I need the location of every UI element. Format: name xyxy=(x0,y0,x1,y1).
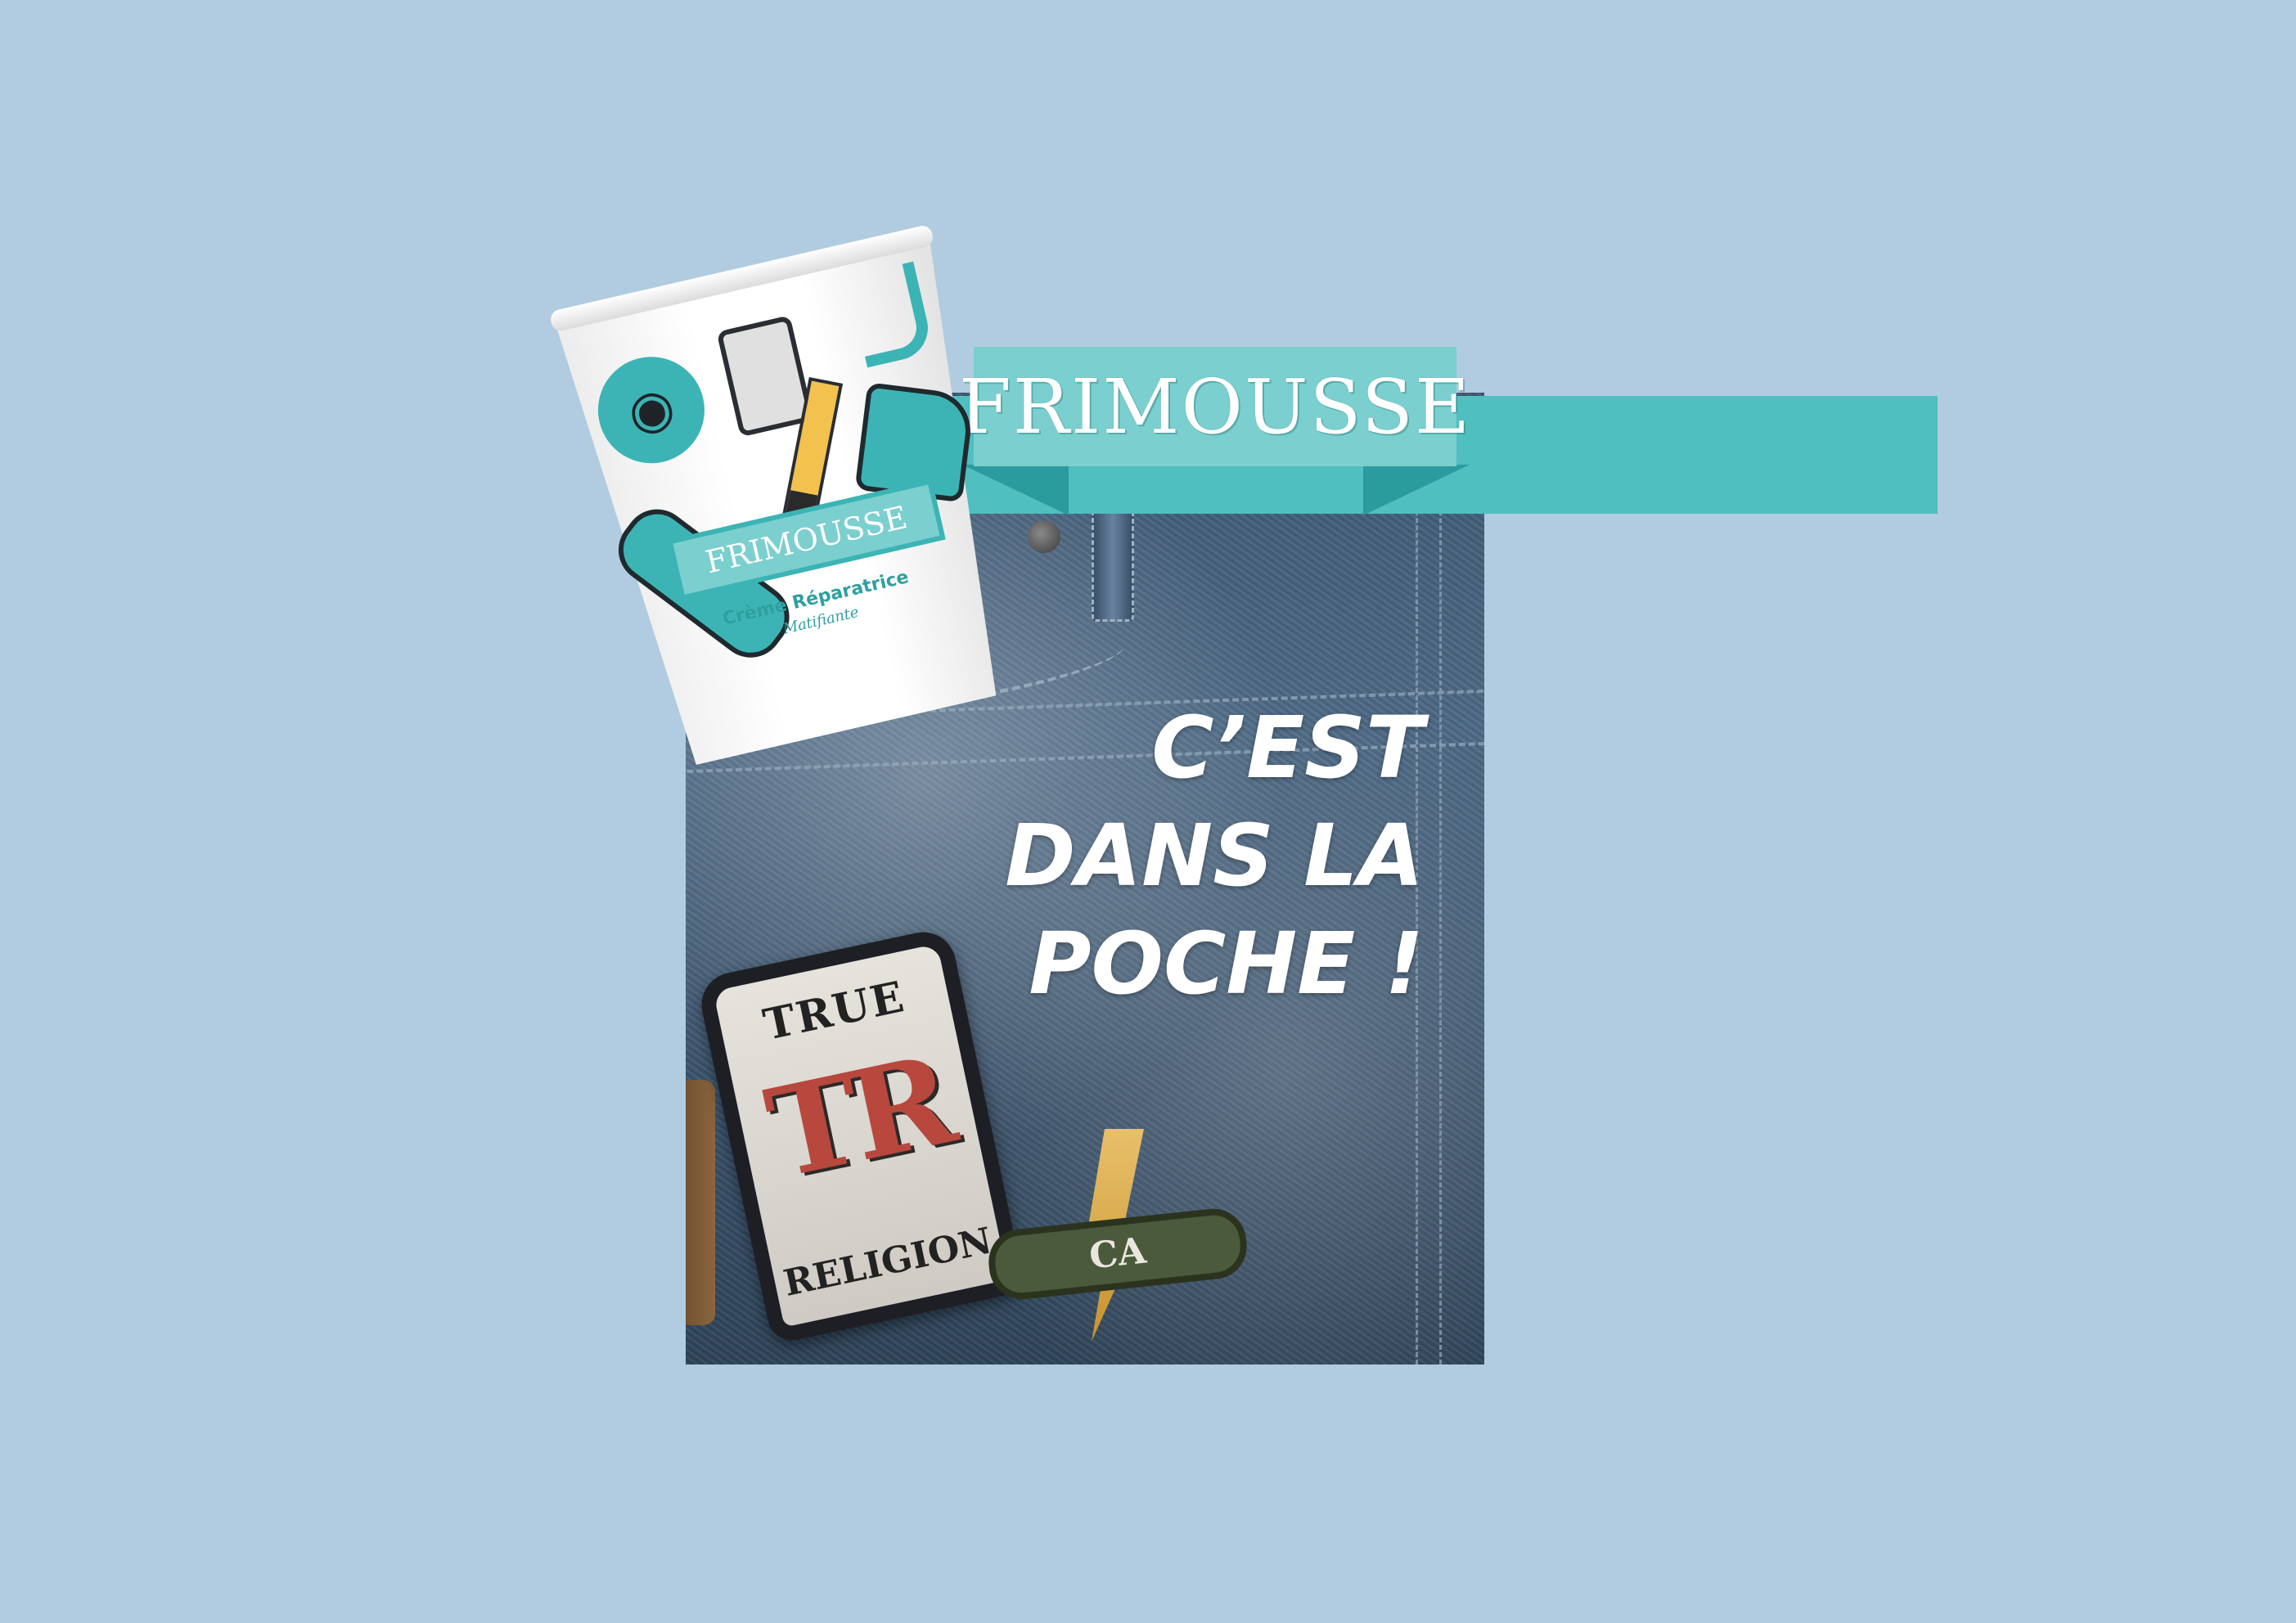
tagline-line-3: POCHE ! xyxy=(1029,914,1424,1014)
tagline: C’EST DANS LA POCHE ! xyxy=(900,694,1424,1018)
sneaker-icon xyxy=(854,382,975,503)
product-cup: ◉ FRIMOUSSE Crème Réparatrice Matifiante xyxy=(548,223,1033,773)
brand-logo: FRIMOUSSE xyxy=(959,347,1470,466)
ca-banner: CA xyxy=(985,1205,1250,1303)
side-patch xyxy=(686,1080,715,1325)
tagline-line-2: DANS LA xyxy=(1005,806,1424,906)
rivet-icon xyxy=(1028,520,1060,553)
patch-text-religion: RELIGION xyxy=(780,1220,996,1305)
tagline-line-1: C’EST xyxy=(1151,698,1424,798)
patch-monogram: TR xyxy=(755,1028,959,1207)
ca-patch: CA xyxy=(985,1129,1250,1342)
